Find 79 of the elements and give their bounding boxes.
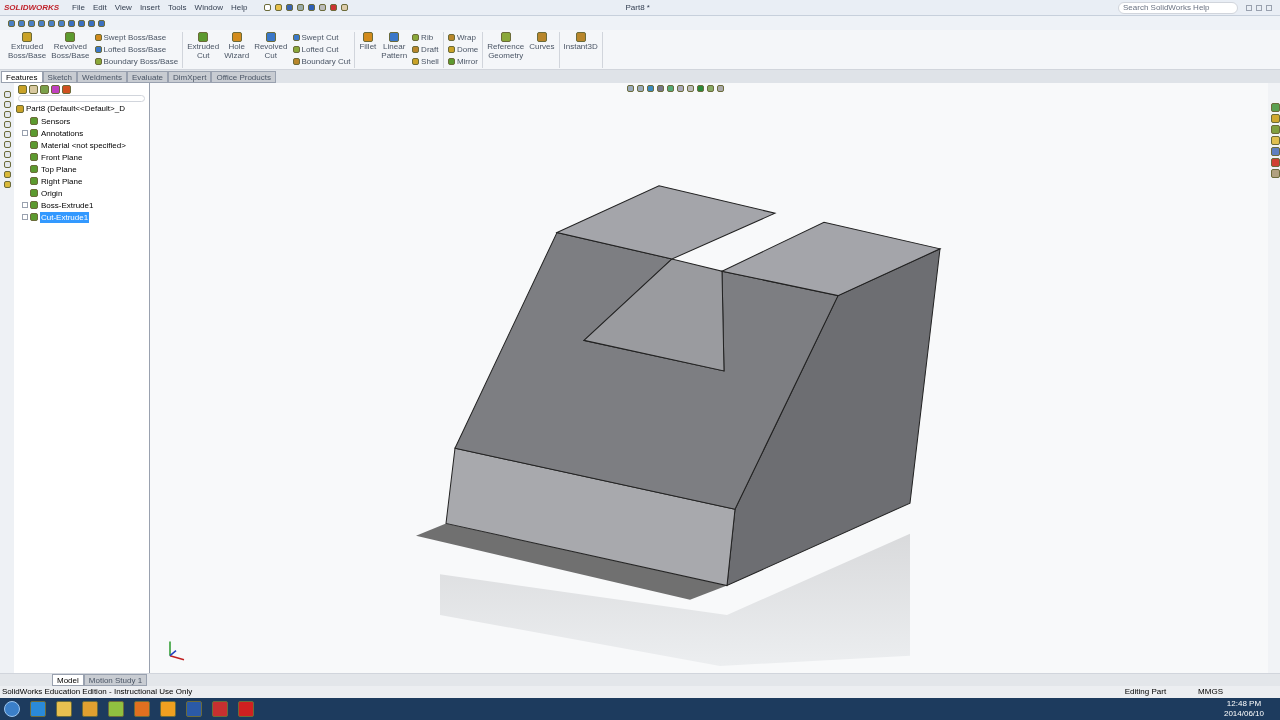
tree-item[interactable]: Annotations: [40, 127, 85, 139]
taskbar-app-icon: [134, 701, 150, 717]
menu-item[interactable]: Edit: [92, 1, 107, 14]
status-text: Editing Part: [1124, 686, 1167, 698]
command-button[interactable]: Boundary Boss/Base: [94, 56, 179, 67]
command-button[interactable]: Instant3D: [563, 32, 598, 68]
command-button[interactable]: Shell: [412, 56, 439, 67]
app-logo: SOLIDWORKS: [4, 1, 61, 14]
taskbar-app-icon: [186, 701, 202, 717]
command-icon: [198, 32, 209, 42]
command-button[interactable]: Extruded Boss/Base: [8, 32, 47, 68]
taskbar-app-icon: [56, 701, 72, 717]
command-button[interactable]: Draft: [412, 44, 439, 55]
tab[interactable]: Office Products: [211, 71, 276, 83]
taskbar-app-icon: [30, 701, 46, 717]
command-icon: [231, 32, 242, 42]
taskbar-app-icon: [238, 701, 254, 717]
command-button[interactable]: Boundary Cut: [292, 56, 351, 67]
tab[interactable]: Sketch: [42, 71, 78, 83]
command-icon: [362, 32, 373, 42]
command-button[interactable]: Curves: [529, 32, 555, 68]
tree-item[interactable]: Origin: [40, 187, 64, 199]
taskbar-app-icon: [160, 701, 176, 717]
command-icon: [500, 32, 511, 42]
tree-item[interactable]: Boss-Extrude1: [40, 199, 95, 211]
command-button[interactable]: Fillet: [359, 32, 377, 68]
tab[interactable]: Motion Study 1: [83, 674, 148, 686]
command-icon: [575, 32, 586, 42]
window-title: Part8 *: [625, 1, 650, 14]
command-icon: [22, 32, 33, 42]
taskbar-app-icon: [212, 701, 228, 717]
command-button[interactable]: Hole Wizard: [224, 32, 250, 68]
units-text: MMGS: [1198, 686, 1223, 698]
start-button-icon[interactable]: [4, 701, 20, 717]
menu-item[interactable]: Help: [231, 1, 248, 14]
command-button[interactable]: Reference Geometry: [487, 32, 525, 68]
tree-item[interactable]: Part8 (Default<<Default>_D: [26, 103, 125, 115]
command-button[interactable]: Wrap: [447, 32, 479, 43]
command-icon: [65, 32, 76, 42]
part-icon: [16, 105, 24, 113]
command-button[interactable]: Linear Pattern: [381, 32, 408, 68]
tab[interactable]: Features: [1, 71, 43, 83]
tree-item[interactable]: Top Plane: [40, 163, 78, 175]
command-button[interactable]: Lofted Cut: [292, 44, 351, 55]
command-button[interactable]: Extruded Cut: [187, 32, 220, 68]
clock-date: 2014/06/10: [1223, 709, 1264, 719]
command-button[interactable]: Swept Cut: [292, 32, 351, 43]
expand-icon[interactable]: [22, 130, 28, 136]
tab[interactable]: Weldments: [77, 71, 127, 83]
tree-item[interactable]: Front Plane: [40, 151, 84, 163]
expand-icon[interactable]: [22, 202, 28, 208]
command-icon: [536, 32, 547, 42]
tab[interactable]: DimXpert: [168, 71, 212, 83]
command-button[interactable]: Revolved Boss/Base: [51, 32, 90, 68]
coordinate-triad-icon: [169, 640, 185, 661]
tab[interactable]: Evaluate: [126, 71, 169, 83]
command-button[interactable]: Dome: [447, 44, 479, 55]
command-icon: [389, 32, 400, 42]
menu-item[interactable]: View: [114, 1, 132, 14]
status-text: SolidWorks Education Edition - Instructional Use Only: [2, 686, 193, 698]
tree-item[interactable]: Material <not specified>: [40, 139, 127, 151]
command-button[interactable]: Swept Boss/Base: [94, 32, 179, 43]
menu-item[interactable]: File: [72, 1, 85, 14]
search-field[interactable]: Search SolidWorks Help: [1118, 1, 1238, 14]
tree-item[interactable]: Right Plane: [40, 175, 84, 187]
command-button[interactable]: Revolved Cut: [254, 32, 288, 68]
taskbar-app-icon: [108, 701, 124, 717]
expand-icon[interactable]: [22, 214, 28, 220]
taskbar-app-icon: [82, 701, 98, 717]
menu-item[interactable]: Insert: [139, 1, 160, 14]
clock-time: 12:48 PM: [1226, 699, 1262, 709]
tree-item[interactable]: Sensors: [40, 115, 72, 127]
command-button[interactable]: Lofted Boss/Base: [94, 44, 179, 55]
command-button[interactable]: Mirror: [447, 56, 479, 67]
menu-item[interactable]: Tools: [167, 1, 187, 14]
command-button[interactable]: Rib: [412, 32, 439, 43]
menu-item[interactable]: Window: [194, 1, 224, 14]
command-icon: [265, 32, 276, 42]
tab[interactable]: Model: [52, 674, 84, 686]
